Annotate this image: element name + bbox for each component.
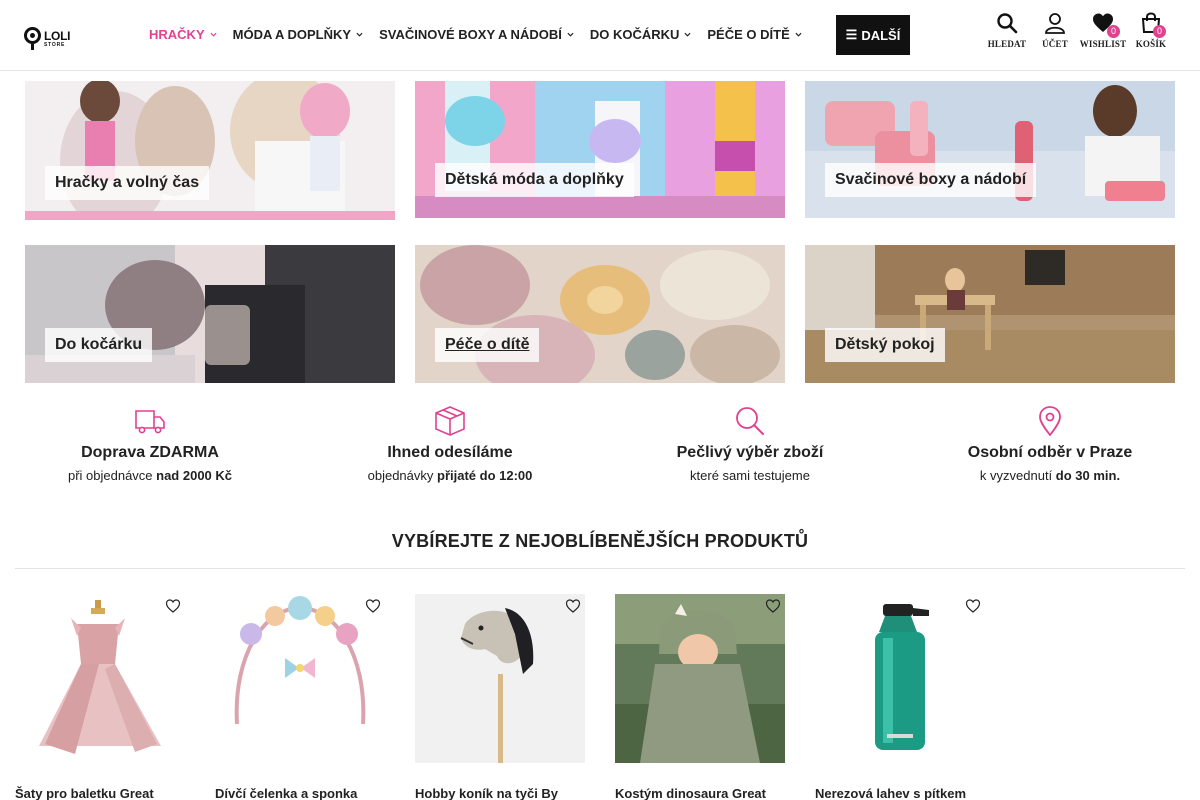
feature-text: při objednávce nad 2000 Kč [67,468,233,483]
account-button[interactable]: ÚČET [1029,12,1081,49]
chevron-down-icon [210,32,217,37]
category-tile-detsky-pokoj[interactable]: Dětský pokoj [805,245,1175,383]
product-image-dinosaur-costume [615,594,785,763]
feature-fast-dispatch: Ihned odesíláme objednávky přijaté do 12… [325,406,575,483]
product-name[interactable]: Dívčí čelenka a sponka [215,786,385,800]
product-name[interactable]: Hobby koník na tyči By [415,786,585,800]
wishlist-label: WISHLIST [1079,39,1127,49]
account-label: ÚČET [1042,39,1068,49]
feature-text: k vyzvednutí do 30 min. [979,468,1121,483]
category-tile-svacinove-boxy[interactable]: Svačinové boxy a nádobí [805,81,1175,218]
category-label: Hračky a volný čas [45,166,210,200]
box-icon [435,406,465,436]
category-image-stroller [25,245,395,383]
section-title: VYBÍREJTE Z NEJOBLÍBENĚJŠÍCH PRODUKTŮ [391,531,809,551]
category-image-lunchboxes [805,81,1175,218]
feature-title: Doprava ZDARMA [81,444,219,461]
heart-outline-icon[interactable] [565,598,581,614]
chevron-down-icon [684,32,691,37]
product-card[interactable]: Kostým dinosaura Great [615,594,785,800]
logo-pin-icon [24,27,41,50]
heart-outline-icon[interactable] [765,598,781,614]
product-image[interactable] [415,594,585,763]
category-image-kids-room [805,245,1175,383]
product-name[interactable]: Nerezová lahev s pítkem [815,786,985,800]
search-icon [997,13,1018,34]
heart-outline-icon[interactable] [965,598,981,614]
user-icon [1045,13,1065,34]
search-icon [736,407,764,435]
category-tile-moda[interactable]: Dětská móda a doplňky [415,81,785,218]
feature-free-shipping: Doprava ZDARMA při objednávce nad 2000 K… [25,406,275,483]
main-nav: HRAČKY MÓDA A DOPLŇKY SVAČINOVÉ BOXY A N… [149,27,818,42]
chevron-down-icon [356,32,363,37]
divider [15,568,1185,569]
category-tile-hracky[interactable]: Hračky a volný čas [25,81,395,220]
feature-careful-selection: Pečlivý výběr zboží které sami testujeme [625,406,875,483]
site-header: LOLI STORE HRAČKY MÓDA A DOPLŇKY SVAČINO… [0,0,1200,71]
product-card[interactable]: Šaty pro baletku Great [15,594,185,800]
more-menu-button[interactable]: ☰ DALŠÍ [836,15,910,55]
category-label: Dětská móda a doplňky [435,163,634,197]
logo[interactable]: LOLI STORE [24,26,78,52]
product-image[interactable] [815,594,985,763]
feature-title: Pečlivý výběr zboží [676,444,824,461]
feature-title: Ihned odesíláme [387,444,513,461]
product-image-dress [39,600,161,754]
truck-icon [135,410,165,434]
map-pin-icon [1039,406,1061,436]
feature-text: které sami testujeme [690,468,810,483]
feature-title: Osobní odběr v Praze [967,444,1133,461]
feature-text: objednávky přijaté do 12:00 [367,468,533,483]
hamburger-icon: ☰ [845,27,858,42]
product-image[interactable] [615,594,785,763]
category-image-pacifiers [415,245,785,383]
heart-outline-icon[interactable] [365,598,381,614]
feature-pickup-prague: Osobní odběr v Praze k vyzvednutí do 30 … [925,406,1175,483]
nav-item-do-kocarku[interactable]: DO KOČÁRKU [590,27,692,42]
product-image[interactable] [15,594,185,763]
wishlist-button[interactable]: 0 WISHLIST [1077,12,1129,49]
product-image[interactable] [215,594,385,763]
search-label: HLEDAT [987,39,1027,49]
category-tile-pece-o-dite[interactable]: Péče o dítě [415,245,785,383]
product-image-steel-bottle [875,604,929,750]
cart-button[interactable]: 0 KOŠÍK [1125,12,1177,49]
category-image-socks [415,81,785,218]
category-label: Svačinové boxy a nádobí [825,163,1037,197]
product-image-headband [234,596,366,725]
category-tile-do-kocarku[interactable]: Do kočárku [25,245,395,383]
product-name[interactable]: Šaty pro baletku Great [15,786,185,800]
category-label: Do kočárku [45,328,153,362]
search-button[interactable]: HLEDAT [981,12,1033,49]
wishlist-count-badge: 0 [1107,25,1120,38]
category-label: Péče o dítě [435,328,540,362]
chevron-down-icon [795,32,802,37]
product-card[interactable]: Nerezová lahev s pítkem [815,594,985,800]
product-name[interactable]: Kostým dinosaura Great [615,786,785,800]
product-image-hobby-horse [415,594,585,763]
cart-label: KOŠÍK [1135,39,1167,49]
nav-item-svacinove-boxy[interactable]: SVAČINOVÉ BOXY A NÁDOBÍ [379,27,574,42]
logo-subtext: STORE [44,42,66,48]
category-label: Dětský pokoj [825,328,945,362]
product-card[interactable]: Dívčí čelenka a sponka [215,594,385,800]
nav-item-moda[interactable]: MÓDA A DOPLŇKY [233,27,363,42]
nav-item-hracky[interactable]: HRAČKY [149,27,217,42]
logo-text: LOLI [44,29,71,43]
nav-item-pece-o-dite[interactable]: PÉČE O DÍTĚ [707,27,802,42]
product-card[interactable]: Hobby koník na tyči By [415,594,585,800]
chevron-down-icon [567,32,574,37]
heart-outline-icon[interactable] [165,598,181,614]
cart-count-badge: 0 [1153,25,1166,38]
